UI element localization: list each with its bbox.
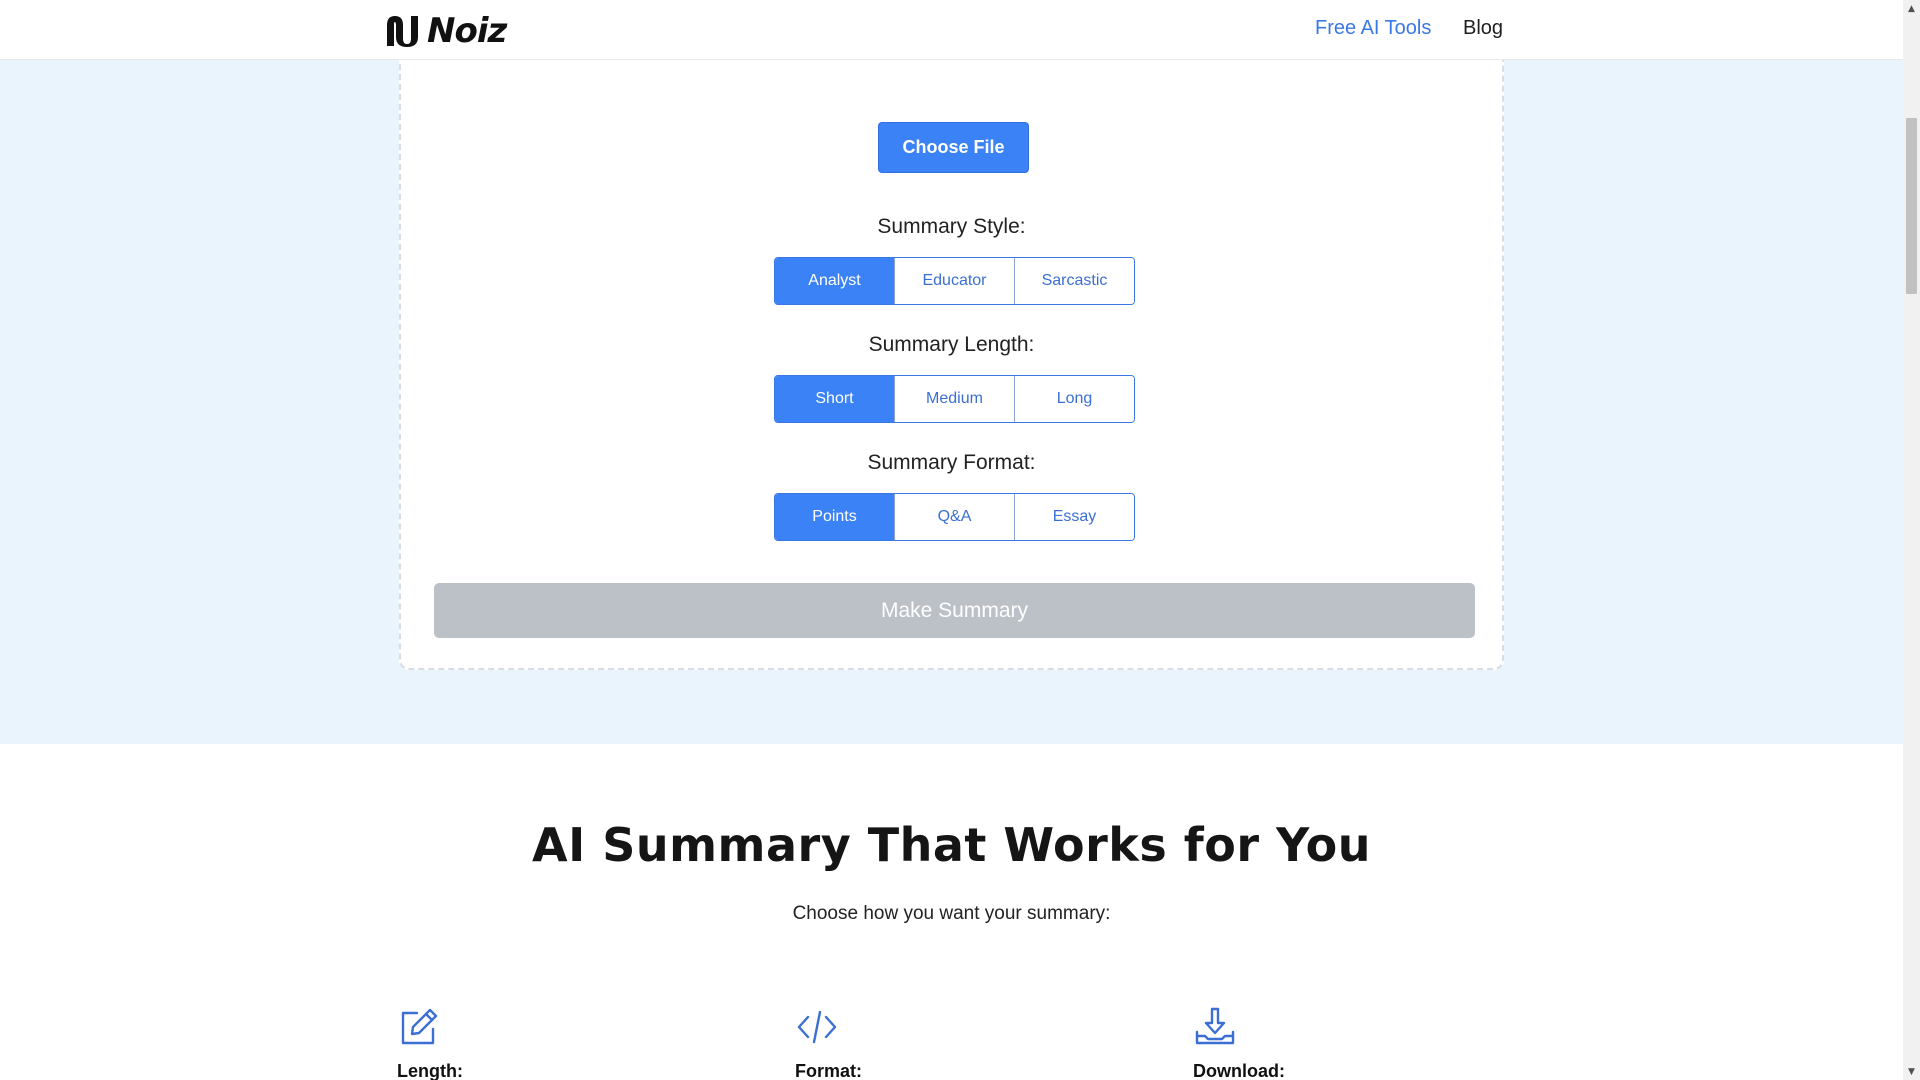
feature-length: Length: bbox=[397, 1005, 597, 1080]
feature-length-label: Length: bbox=[397, 1061, 463, 1080]
scroll-up-arrow-icon[interactable]: ▲ bbox=[1903, 0, 1920, 17]
choose-file-button[interactable]: Choose File bbox=[878, 122, 1029, 173]
hero-section: Choose File Summary Style: Analyst Educa… bbox=[0, 50, 1903, 744]
format-option-points[interactable]: Points bbox=[775, 494, 894, 540]
feature-download-label: Download: bbox=[1193, 1061, 1285, 1080]
summary-style-selector: Analyst Educator Sarcastic bbox=[774, 257, 1135, 305]
feature-format-label: Format: bbox=[795, 1061, 862, 1080]
style-option-analyst[interactable]: Analyst bbox=[775, 258, 894, 304]
features-heading: AI Summary That Works for You bbox=[532, 818, 1371, 872]
format-option-qa[interactable]: Q&A bbox=[894, 494, 1014, 540]
style-option-educator[interactable]: Educator bbox=[894, 258, 1014, 304]
format-option-essay[interactable]: Essay bbox=[1014, 494, 1134, 540]
length-option-long[interactable]: Long bbox=[1014, 376, 1134, 422]
make-summary-button[interactable]: Make Summary bbox=[434, 583, 1475, 638]
vertical-scrollbar[interactable]: ▲ ▼ bbox=[1903, 0, 1920, 1080]
page: Noiz Free AI Tools Blog Choose File Summ… bbox=[0, 0, 1903, 1080]
download-icon bbox=[1195, 1007, 1235, 1045]
summary-length-selector: Short Medium Long bbox=[774, 375, 1135, 423]
feature-download: Download: bbox=[1193, 1005, 1393, 1080]
length-option-medium[interactable]: Medium bbox=[894, 376, 1014, 422]
noiz-logo-icon bbox=[387, 16, 418, 47]
summary-format-label: Summary Format: bbox=[867, 451, 1036, 474]
length-option-short[interactable]: Short bbox=[775, 376, 894, 422]
nav-blog[interactable]: Blog bbox=[1463, 17, 1503, 40]
code-icon bbox=[797, 1010, 837, 1044]
brand-name: Noiz bbox=[427, 11, 507, 51]
summary-style-label: Summary Style: bbox=[877, 215, 1026, 238]
scroll-down-arrow-icon[interactable]: ▼ bbox=[1903, 1063, 1920, 1080]
summary-card: Choose File Summary Style: Analyst Educa… bbox=[399, 50, 1504, 670]
brand-logo[interactable]: Noiz bbox=[383, 11, 507, 51]
features-subtitle: Choose how you want your summary: bbox=[792, 903, 1111, 924]
summary-format-selector: Points Q&A Essay bbox=[774, 493, 1135, 541]
nav-free-ai-tools[interactable]: Free AI Tools bbox=[1315, 17, 1431, 40]
site-header: Noiz Free AI Tools Blog bbox=[0, 0, 1903, 60]
style-option-sarcastic[interactable]: Sarcastic bbox=[1014, 258, 1134, 304]
summary-length-label: Summary Length: bbox=[868, 333, 1035, 356]
scroll-thumb[interactable] bbox=[1906, 118, 1917, 294]
edit-icon bbox=[401, 1008, 438, 1045]
feature-format: Format: bbox=[795, 1005, 995, 1080]
